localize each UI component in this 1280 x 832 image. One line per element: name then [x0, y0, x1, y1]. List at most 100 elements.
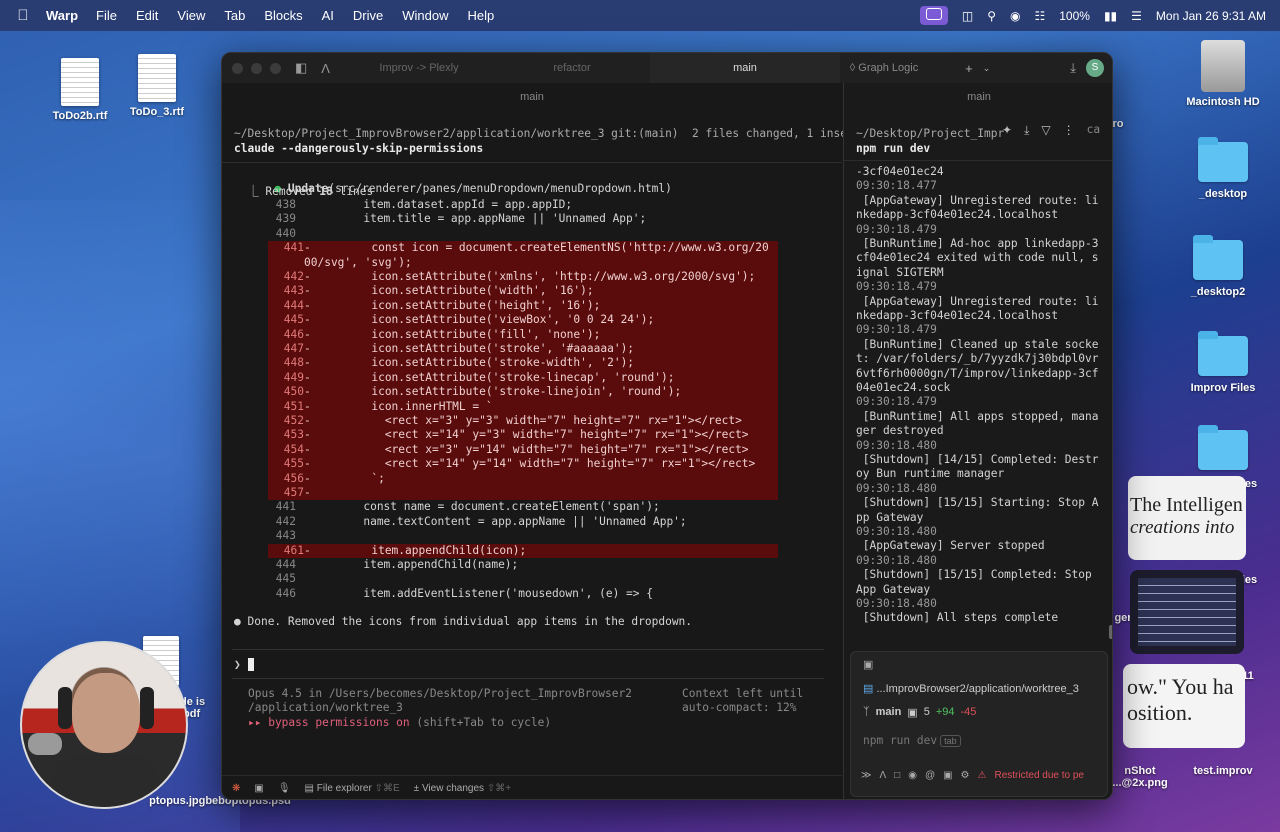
log-timestamp: 09:30:18.480 [856, 553, 937, 567]
scrollbar-thumb[interactable] [1109, 625, 1112, 639]
line-code: item.title = app.appName || 'Unnamed App… [296, 212, 647, 226]
log-line: [Shutdown] [15/15] Completed: Stop [856, 568, 1092, 582]
lines-added: +94 [935, 706, 955, 718]
comment-icon[interactable]: ▣ [863, 658, 873, 671]
minimize-window-button[interactable] [251, 62, 262, 74]
branch-name[interactable]: main [876, 706, 902, 719]
menu-edit[interactable]: Edit [136, 8, 158, 23]
microphone-icon[interactable]: 🎙 [278, 783, 291, 794]
close-window-button[interactable] [232, 62, 243, 74]
line-number: 442 [275, 514, 296, 528]
image-icon[interactable]: ▣ [254, 783, 263, 794]
line-number: 457 [283, 486, 304, 499]
image-icon[interactable]: ▣ [943, 770, 952, 781]
thumbnail-preview-quote[interactable]: ow." You ha osition. [1123, 664, 1245, 748]
avatar[interactable]: S [1086, 59, 1104, 77]
log-line: nkedapp-3cf04e01ec24.localhost [856, 309, 1059, 322]
download-icon[interactable]: ⤓ [1070, 60, 1076, 76]
filter-icon[interactable]: ▽ [1041, 123, 1050, 138]
line-code: 00/svg', 'svg'); [304, 255, 412, 269]
sidebar-toggle-icon[interactable]: ◧ [295, 60, 307, 76]
log-timestamp: 09:30:18.479 [856, 280, 937, 294]
diff-context-line: 444 item.appendChild(name); [222, 558, 519, 572]
control-center-icon[interactable]: ☰ [1131, 9, 1142, 23]
line-code: - icon.setAttribute('stroke', '#aaaaaa')… [304, 342, 635, 355]
view-changes-button[interactable]: ± View changes ⇧⌘+ [414, 783, 511, 794]
prompt-chevron-icon: ❯ [234, 658, 241, 671]
right-cwd: ~/Desktop/Project_Impr [856, 127, 1005, 140]
line-number: 452 [283, 414, 304, 427]
line-number: 445 [283, 313, 304, 327]
chevron-down-icon[interactable]: ⌄ [983, 63, 991, 74]
warp-agent-icon[interactable]: Λ [321, 61, 330, 76]
desktop-folder-improv-files[interactable]: Improv Files [1178, 331, 1268, 394]
menu-file[interactable]: File [96, 8, 117, 23]
desktop-folder-files[interactable] [1178, 425, 1268, 476]
menu-app-name[interactable]: Warp [46, 8, 78, 23]
menu-window[interactable]: Window [402, 8, 448, 23]
line-number: 451 [283, 399, 304, 413]
line-number: 439 [275, 212, 296, 226]
agent-mode-icon[interactable]: Λ [879, 770, 886, 781]
microphone-image [28, 733, 62, 755]
log-line: [Shutdown] [15/15] Starting: Stop A [856, 496, 1099, 510]
line-code: - item.appendChild(icon); [304, 543, 527, 557]
worktree-path-chip[interactable]: ▤ ...ImprovBrowser2/application/worktree… [863, 682, 1079, 695]
terminal-pane-right[interactable]: main ~/Desktop/Project_Impr ✦ ⤓ ▽ ⋮ ca n… [843, 83, 1112, 799]
desktop-folder-desktop2[interactable]: _desktop2 [1173, 235, 1263, 298]
battery-icon[interactable]: ▮▮ [1104, 9, 1117, 23]
menu-tab[interactable]: Tab [224, 8, 245, 23]
more-icon[interactable]: ⋮ [1063, 123, 1075, 138]
webcam-bubble[interactable] [20, 641, 188, 809]
table-image-icon [1138, 578, 1236, 646]
tab-graph-logic[interactable]: ◊ Graph Logic [804, 53, 964, 83]
menu-view[interactable]: View [177, 8, 205, 23]
desktop-file-todo3[interactable]: ToDo_3.rtf [112, 54, 202, 118]
file-explorer-button[interactable]: ▤ File explorer ⇧⌘E [305, 783, 400, 794]
attach-icon[interactable]: □ [894, 770, 900, 781]
diff-removed-line: 447- icon.setAttribute('stroke', '#aaaaa… [268, 342, 778, 357]
desktop-macintosh-hd[interactable]: Macintosh HD [1178, 40, 1268, 108]
log-line: ger destroyed [856, 424, 944, 438]
at-mention-icon[interactable]: @ [925, 770, 935, 781]
folder-icon [1198, 331, 1248, 376]
microphone-icon[interactable]: ◉ [908, 770, 917, 781]
claude-input[interactable]: ❯ [232, 649, 824, 679]
glasses-icon[interactable]: ◫ [962, 9, 973, 23]
menu-ai[interactable]: AI [322, 8, 334, 23]
menu-help[interactable]: Help [468, 8, 495, 23]
restricted-text: Restricted due to pe [994, 770, 1084, 781]
menu-drive[interactable]: Drive [353, 8, 383, 23]
log-line: -3cf04e01ec24 [856, 165, 944, 178]
screen-mirror-icon[interactable] [919, 6, 948, 25]
user-icon[interactable]: ◉ [1010, 9, 1020, 23]
diff-removed-line: 456- `; [268, 471, 778, 486]
pin-icon[interactable]: ✦ [1002, 123, 1012, 138]
apple-icon[interactable]:  [0, 7, 46, 24]
headphone-icon [140, 687, 154, 729]
diff-context-line: 442 name.textContent = app.appName || 'U… [222, 515, 687, 529]
tab-improv-plexly[interactable]: Improv -> Plexly [344, 53, 494, 83]
search-icon[interactable]: ⚲ [987, 9, 996, 23]
wifi-icon[interactable]: ☷ [1034, 9, 1045, 23]
line-code: - icon.setAttribute('viewBox', '0 0 24 2… [304, 313, 655, 327]
tab-refactor[interactable]: refactor [497, 53, 647, 83]
clock[interactable]: Mon Jan 26 9:31 AM [1156, 9, 1266, 23]
log-line: oy Bun runtime manager [856, 467, 1005, 481]
download-icon[interactable]: ⤓ [1024, 123, 1029, 138]
agent-input[interactable]: npm run dev tab [863, 734, 961, 747]
desktop-test-improv-label[interactable]: test.improv [1178, 765, 1268, 777]
new-tab-icon[interactable]: + [965, 61, 973, 76]
diff-context-line: 439 item.title = app.appName || 'Unnamed… [222, 212, 646, 226]
zoom-window-button[interactable] [270, 62, 281, 74]
menu-blocks[interactable]: Blocks [264, 8, 302, 23]
diff-context-line: 445 [222, 572, 296, 586]
thumbnail-table-image[interactable] [1130, 570, 1244, 654]
line-number: 461 [283, 543, 304, 557]
thumbnail-preview-text[interactable]: The Intelligen creations into [1128, 476, 1246, 560]
terminal-icon[interactable]: ≫ [861, 770, 871, 781]
desktop-folder-desktop[interactable]: _desktop [1178, 137, 1268, 200]
terminal-pane-left[interactable]: main ~/Desktop/Project_ImprovBrowser2/ap… [222, 83, 874, 799]
claude-icon[interactable]: ❋ [232, 783, 240, 794]
settings-icon[interactable]: ⚙ [961, 770, 970, 781]
